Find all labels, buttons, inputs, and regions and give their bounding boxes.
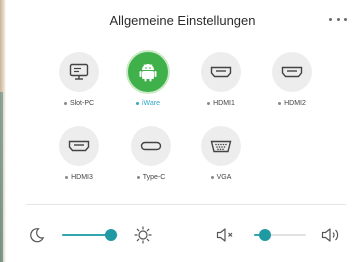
source-type-c[interactable]: Type-C xyxy=(116,126,186,181)
volume-slider[interactable] xyxy=(254,228,306,242)
hdmi-icon xyxy=(59,126,99,166)
source-label: HDMI1 xyxy=(213,100,235,107)
source-label: HDMI2 xyxy=(284,100,306,107)
hdmi-icon xyxy=(272,52,312,92)
source-label: Slot-PC xyxy=(69,100,95,107)
source-label: iWare xyxy=(141,100,161,107)
source-hdmi2[interactable]: HDMI2 xyxy=(257,52,327,107)
source-label: HDMI3 xyxy=(71,174,93,181)
hdmi-icon xyxy=(201,52,241,92)
source-vga[interactable]: VGA xyxy=(186,126,256,181)
monitor-icon xyxy=(59,52,99,92)
settings-panel: Allgemeine Einstellungen Slot-PC iWare H… xyxy=(6,0,359,262)
more-options-icon[interactable] xyxy=(329,16,347,22)
panel-title: Allgemeine Einstellungen xyxy=(109,13,256,28)
brightness-slider[interactable] xyxy=(62,228,118,242)
sun-icon xyxy=(134,226,152,244)
source-hdmi3[interactable]: HDMI3 xyxy=(44,126,114,181)
divider xyxy=(26,204,346,205)
source-hdmi1[interactable]: HDMI1 xyxy=(186,52,256,107)
source-slot-pc[interactable]: Slot-PC xyxy=(44,52,114,107)
moon-icon xyxy=(28,226,46,244)
source-label: Type-C xyxy=(142,174,166,181)
slider-fill xyxy=(62,234,112,236)
usb-c-icon xyxy=(131,126,171,166)
mute-icon[interactable] xyxy=(216,226,236,244)
slider-knob[interactable] xyxy=(259,229,272,241)
vga-icon xyxy=(201,126,241,166)
android-icon xyxy=(126,50,170,94)
source-label: VGA xyxy=(216,174,232,181)
source-iware[interactable]: iWare xyxy=(113,50,183,107)
volume-icon[interactable] xyxy=(320,226,342,244)
slider-knob[interactable] xyxy=(105,229,118,241)
window-edge-accent xyxy=(0,92,3,262)
